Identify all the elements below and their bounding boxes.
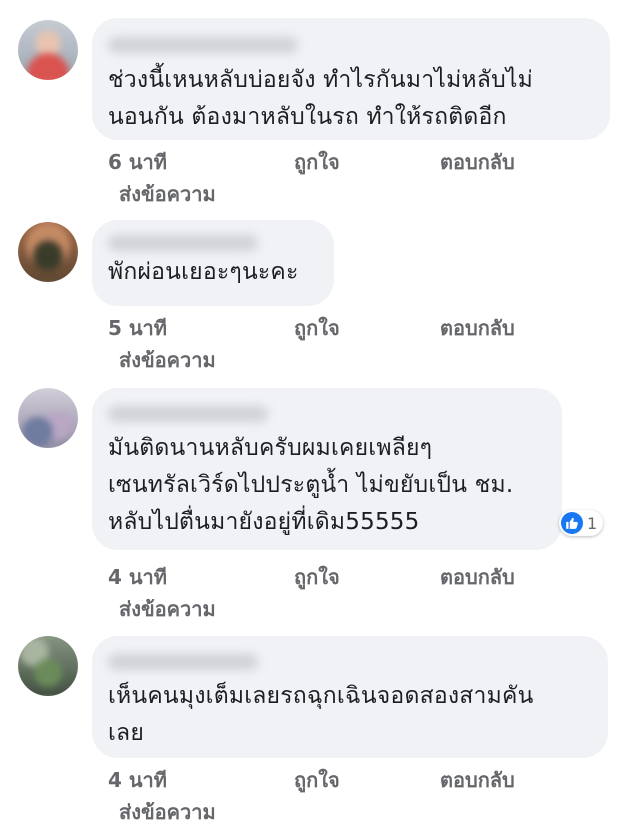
author-name[interactable] (108, 234, 314, 252)
comment-text: พักผ่อนเยอะๆนะคะ (108, 259, 299, 285)
comment-time[interactable]: 6 นาที (108, 146, 167, 178)
reply-button[interactable]: ตอบกลับ (440, 764, 515, 796)
send-message-button[interactable]: ส่งข้อความ (119, 178, 216, 210)
like-button[interactable]: ถูกใจ (294, 561, 340, 593)
avatar[interactable] (18, 636, 78, 696)
author-name[interactable] (108, 32, 590, 58)
avatar[interactable] (18, 222, 78, 282)
like-button[interactable]: ถูกใจ (294, 764, 340, 796)
send-message-button[interactable]: ส่งข้อความ (119, 344, 216, 376)
comment-text: ช่วงนี้เหนหลับบ่อยจัง ทำไรกันมาไม่หลับไม… (108, 67, 534, 130)
reply-button[interactable]: ตอบกลับ (440, 312, 515, 344)
comment-bubble: พักผ่อนเยอะๆนะคะ (92, 220, 334, 306)
comment-bubble: ช่วงนี้เหนหลับบ่อยจัง ทำไรกันมาไม่หลับไม… (92, 18, 610, 140)
comment-text: เห็นคนมุงเต็มเลยรถฉุกเฉินจอดสองสามคัน เล… (108, 683, 534, 746)
author-name[interactable] (108, 402, 542, 426)
reply-button[interactable]: ตอบกลับ (440, 146, 515, 178)
author-name[interactable] (108, 650, 588, 674)
send-message-button[interactable]: ส่งข้อความ (119, 593, 216, 625)
send-message-button[interactable]: ส่งข้อความ (119, 796, 216, 828)
reply-button[interactable]: ตอบกลับ (440, 561, 515, 593)
comment-bubble: มันติดนานหลับครับผมเคยเพลียๆ เซนทรัลเวิร… (92, 388, 562, 550)
like-button[interactable]: ถูกใจ (294, 146, 340, 178)
comment-time[interactable]: 5 นาที (108, 312, 167, 344)
reaction-badge[interactable]: 1 (559, 510, 604, 536)
avatar[interactable] (18, 388, 78, 448)
reaction-count: 1 (587, 513, 598, 533)
comment-time[interactable]: 4 นาที (108, 764, 167, 796)
avatar[interactable] (18, 20, 78, 80)
like-button[interactable]: ถูกใจ (294, 312, 340, 344)
comment-time[interactable]: 4 นาที (108, 561, 167, 593)
comment-bubble: เห็นคนมุงเต็มเลยรถฉุกเฉินจอดสองสามคัน เล… (92, 636, 608, 758)
thumbs-up-icon (561, 512, 583, 534)
comment-text: มันติดนานหลับครับผมเคยเพลียๆ เซนทรัลเวิร… (108, 435, 514, 535)
